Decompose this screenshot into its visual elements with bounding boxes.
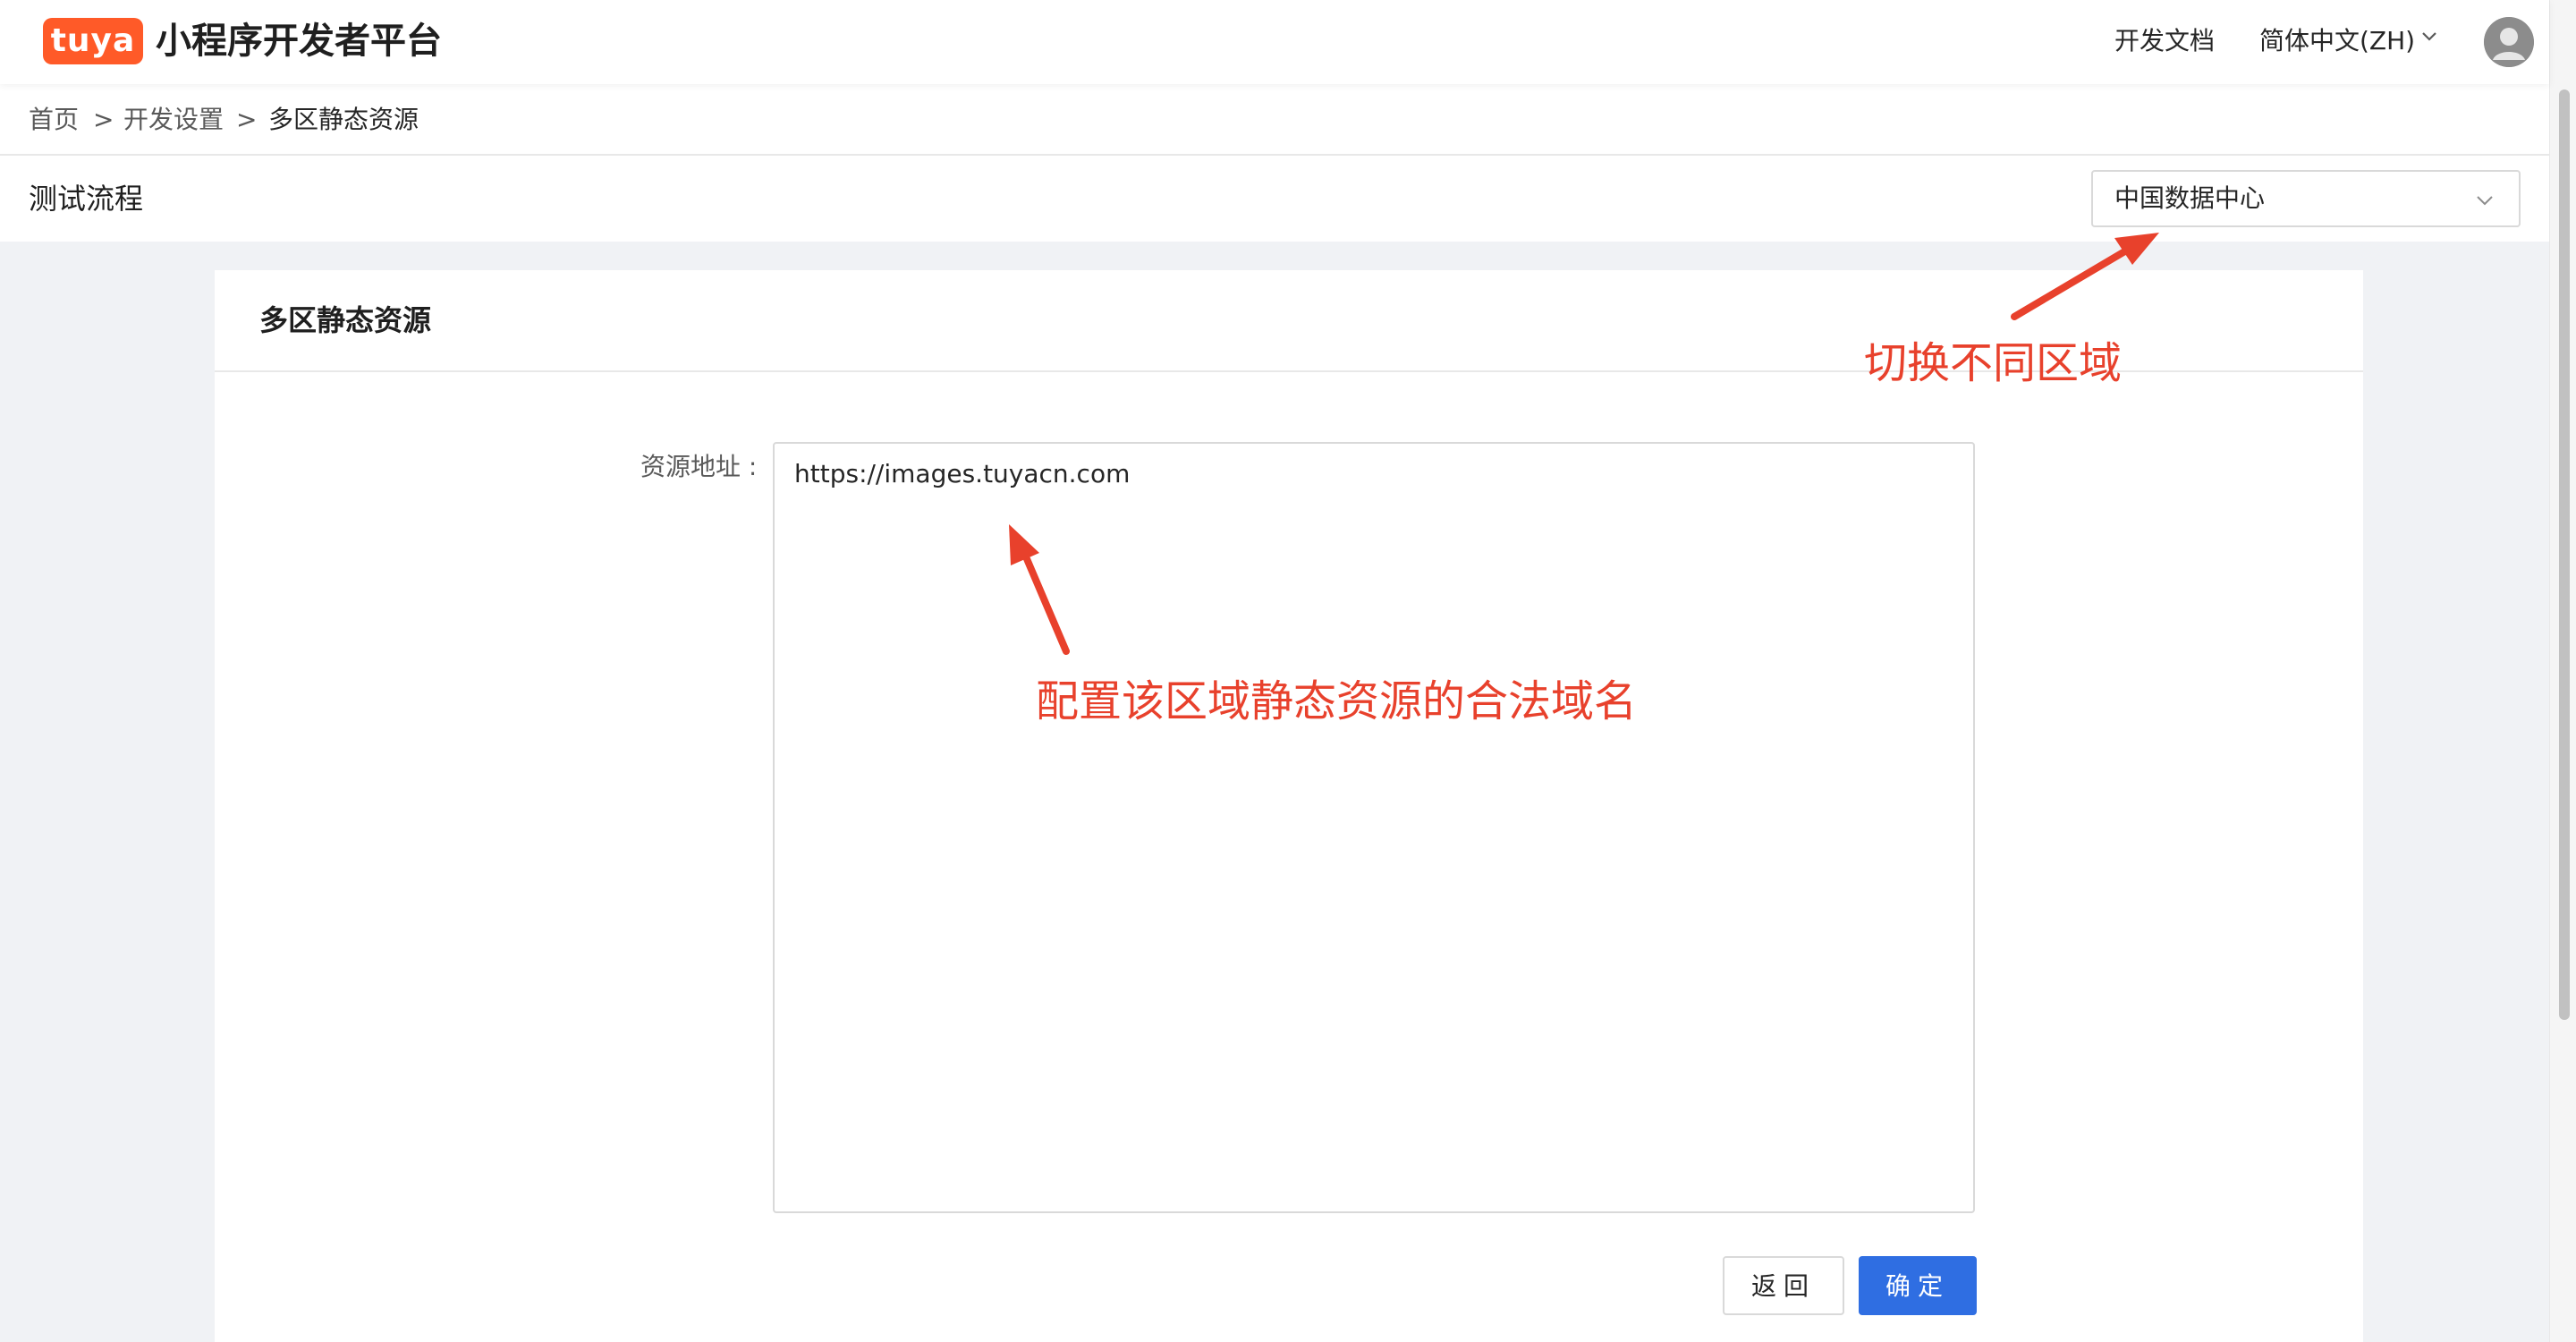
breadcrumb-current: 多区静态资源 bbox=[268, 105, 419, 134]
breadcrumb-separator: > bbox=[93, 105, 114, 134]
resource-address-label: 资源地址 : bbox=[640, 452, 758, 481]
language-switcher[interactable]: 简体中文(ZH) bbox=[2259, 23, 2415, 59]
tuya-logo[interactable]: tuya bbox=[43, 18, 143, 64]
app-title: 小程序开发者平台 bbox=[156, 21, 442, 62]
page-scrollbar[interactable] bbox=[2549, 0, 2576, 1342]
back-button[interactable]: 返回 bbox=[1723, 1256, 1844, 1315]
chevron-down-icon[interactable] bbox=[2419, 27, 2439, 47]
docs-link[interactable]: 开发文档 bbox=[2114, 23, 2215, 59]
breadcrumb-dev-settings[interactable]: 开发设置 bbox=[123, 102, 224, 138]
static-resource-card: 多区静态资源 资源地址 : https://images.tuyacn.com … bbox=[215, 270, 2363, 1342]
sub-header: 测试流程 中国数据中心 bbox=[0, 156, 2549, 242]
scrollbar-thumb[interactable] bbox=[2559, 89, 2570, 1020]
region-select-value: 中国数据中心 bbox=[2114, 183, 2266, 213]
avatar[interactable] bbox=[2484, 17, 2534, 67]
project-title: 测试流程 bbox=[29, 182, 144, 216]
confirm-button[interactable]: 确定 bbox=[1859, 1256, 1977, 1315]
avatar-icon bbox=[2484, 17, 2534, 67]
region-select[interactable]: 中国数据中心 bbox=[2091, 170, 2521, 227]
chevron-down-icon bbox=[2477, 196, 2493, 206]
region-annotation-text: 切换不同区域 bbox=[1864, 338, 2123, 388]
breadcrumb-separator: > bbox=[236, 105, 258, 134]
field-annotation-text: 配置该区域静态资源的合法域名 bbox=[1036, 676, 1638, 726]
card-title: 多区静态资源 bbox=[259, 303, 432, 337]
top-header: tuya 小程序开发者平台 开发文档 简体中文(ZH) bbox=[0, 0, 2549, 84]
breadcrumb-home[interactable]: 首页 bbox=[29, 102, 79, 138]
breadcrumb: 首页 > 开发设置 > 多区静态资源 bbox=[0, 84, 2549, 156]
resource-address-input[interactable]: https://images.tuyacn.com bbox=[773, 442, 1975, 1213]
